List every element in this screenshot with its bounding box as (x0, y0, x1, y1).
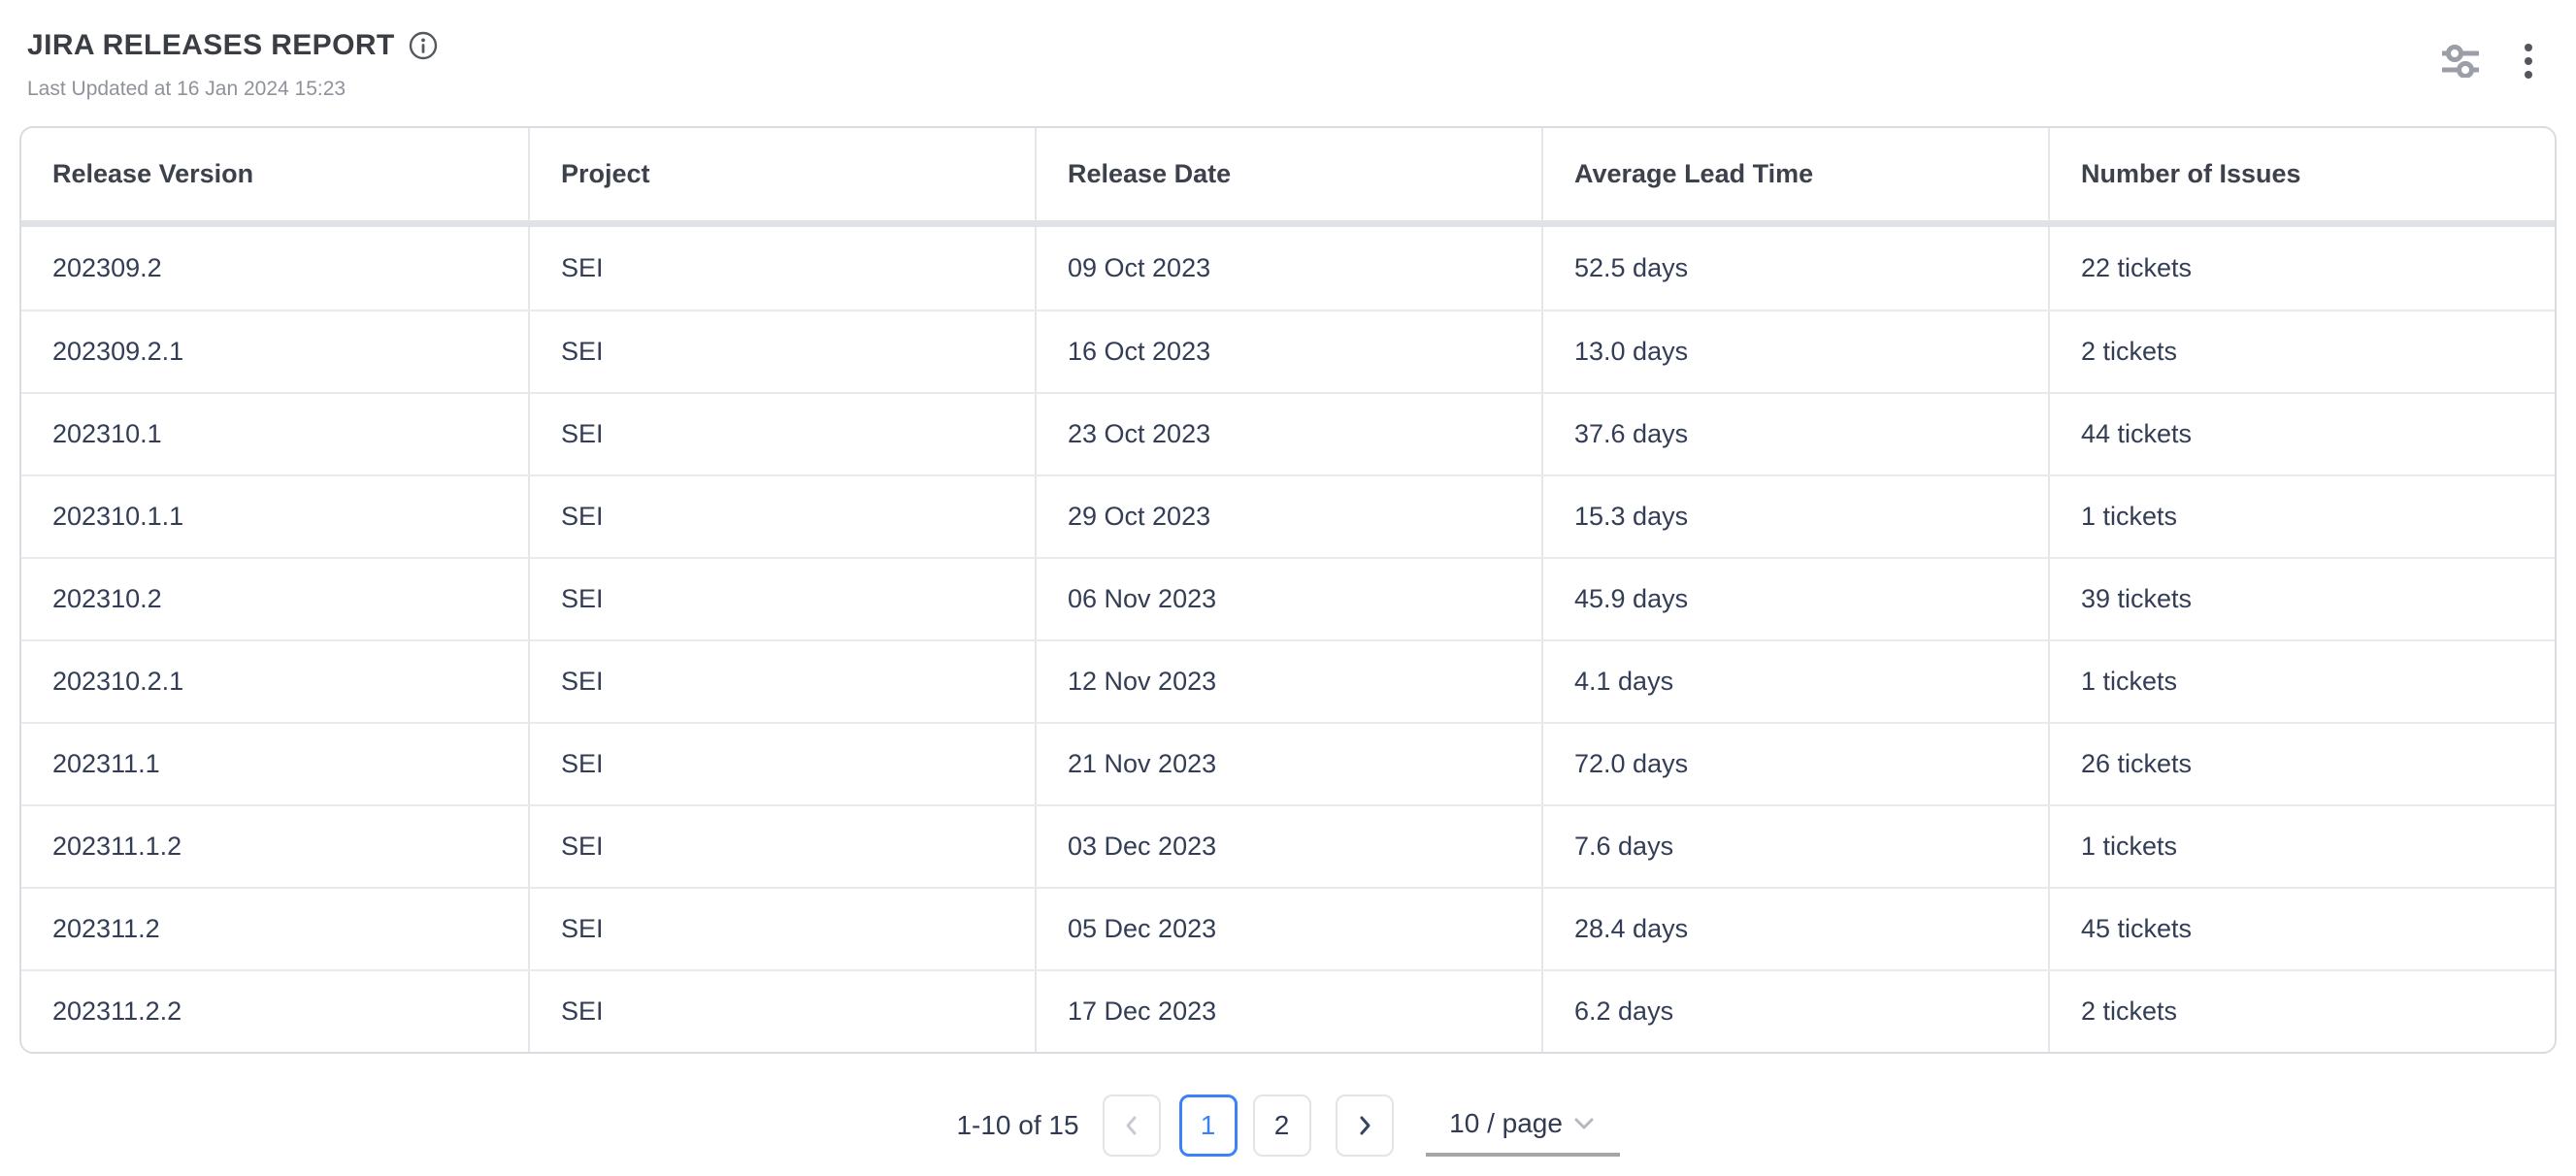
cell-release-version: 202310.2.1 (21, 641, 528, 722)
widget-header: JIRA RELEASES REPORT Last Updated at 16 … (0, 0, 2576, 101)
cell-release-version: 202310.1.1 (21, 476, 528, 557)
cell-release-date: 29 Oct 2023 (1035, 476, 1541, 557)
prev-page-button[interactable] (1103, 1094, 1161, 1157)
chevron-down-icon (1572, 1116, 1596, 1131)
page-title: JIRA RELEASES REPORT (27, 29, 395, 62)
cell-number-of-issues: 1 tickets (2048, 476, 2555, 557)
info-icon[interactable] (409, 31, 438, 60)
chevron-left-icon (1122, 1115, 1141, 1136)
cell-number-of-issues: 2 tickets (2048, 971, 2555, 1052)
cell-release-date: 06 Nov 2023 (1035, 559, 1541, 639)
page-size-select[interactable]: 10 / page (1426, 1094, 1620, 1157)
table-row: 202310.2.1 SEI 12 Nov 2023 4.1 days 1 ti… (21, 639, 2555, 722)
column-header-project: Project (528, 128, 1035, 220)
title-block: JIRA RELEASES REPORT Last Updated at 16 … (27, 29, 438, 101)
cell-release-version: 202311.2 (21, 889, 528, 969)
cell-average-lead-time: 72.0 days (1541, 724, 2048, 804)
cell-release-version: 202309.2.1 (21, 311, 528, 392)
cell-average-lead-time: 4.1 days (1541, 641, 2048, 722)
table-row: 202311.2.2 SEI 17 Dec 2023 6.2 days 2 ti… (21, 969, 2555, 1052)
table-row: 202311.2 SEI 05 Dec 2023 28.4 days 45 ti… (21, 887, 2555, 969)
table-row: 202310.1 SEI 23 Oct 2023 37.6 days 44 ti… (21, 392, 2555, 474)
table-row: 202311.1 SEI 21 Nov 2023 72.0 days 26 ti… (21, 722, 2555, 804)
cell-number-of-issues: 45 tickets (2048, 889, 2555, 969)
table-row: 202310.2 SEI 06 Nov 2023 45.9 days 39 ti… (21, 557, 2555, 639)
cell-release-date: 21 Nov 2023 (1035, 724, 1541, 804)
cell-project: SEI (528, 476, 1035, 557)
filter-settings-icon[interactable] (2442, 45, 2479, 78)
table-body: 202309.2 SEI 09 Oct 2023 52.5 days 22 ti… (21, 227, 2555, 1052)
cell-project: SEI (528, 724, 1035, 804)
column-header-release-version: Release Version (21, 128, 528, 220)
column-header-number-of-issues: Number of Issues (2048, 128, 2555, 220)
table-header-row: Release Version Project Release Date Ave… (21, 128, 2555, 220)
cell-number-of-issues: 1 tickets (2048, 806, 2555, 887)
pagination-summary: 1-10 of 15 (956, 1110, 1078, 1141)
cell-release-date: 23 Oct 2023 (1035, 394, 1541, 474)
cell-average-lead-time: 45.9 days (1541, 559, 2048, 639)
table-row: 202311.1.2 SEI 03 Dec 2023 7.6 days 1 ti… (21, 804, 2555, 887)
cell-number-of-issues: 44 tickets (2048, 394, 2555, 474)
column-header-average-lead-time: Average Lead Time (1541, 128, 2048, 220)
cell-release-date: 12 Nov 2023 (1035, 641, 1541, 722)
header-separator-band (21, 220, 2555, 227)
cell-release-version: 202311.2.2 (21, 971, 528, 1052)
kebab-menu-icon[interactable] (2524, 43, 2533, 80)
cell-release-version: 202309.2 (21, 227, 528, 310)
cell-release-version: 202310.2 (21, 559, 528, 639)
next-page-button[interactable] (1336, 1094, 1394, 1157)
header-actions (2442, 43, 2533, 80)
cell-average-lead-time: 13.0 days (1541, 311, 2048, 392)
releases-table: Release Version Project Release Date Ave… (19, 126, 2557, 1054)
cell-project: SEI (528, 559, 1035, 639)
cell-release-date: 17 Dec 2023 (1035, 971, 1541, 1052)
cell-release-version: 202310.1 (21, 394, 528, 474)
cell-release-version: 202311.1 (21, 724, 528, 804)
table-row: 202310.1.1 SEI 29 Oct 2023 15.3 days 1 t… (21, 474, 2555, 557)
chevron-right-icon (1355, 1115, 1374, 1136)
page-button-2[interactable]: 2 (1253, 1094, 1311, 1157)
page-button-1[interactable]: 1 (1179, 1094, 1238, 1157)
cell-release-date: 16 Oct 2023 (1035, 311, 1541, 392)
cell-project: SEI (528, 806, 1035, 887)
cell-number-of-issues: 1 tickets (2048, 641, 2555, 722)
cell-average-lead-time: 28.4 days (1541, 889, 2048, 969)
cell-average-lead-time: 15.3 days (1541, 476, 2048, 557)
cell-average-lead-time: 7.6 days (1541, 806, 2048, 887)
cell-release-date: 05 Dec 2023 (1035, 889, 1541, 969)
last-updated-text: Last Updated at 16 Jan 2024 15:23 (27, 78, 438, 101)
cell-release-date: 09 Oct 2023 (1035, 227, 1541, 310)
page-size-label: 10 / page (1449, 1108, 1563, 1139)
cell-number-of-issues: 2 tickets (2048, 311, 2555, 392)
cell-average-lead-time: 52.5 days (1541, 227, 2048, 310)
table-row: 202309.2 SEI 09 Oct 2023 52.5 days 22 ti… (21, 227, 2555, 310)
column-header-release-date: Release Date (1035, 128, 1541, 220)
cell-project: SEI (528, 889, 1035, 969)
cell-project: SEI (528, 641, 1035, 722)
cell-average-lead-time: 37.6 days (1541, 394, 2048, 474)
cell-average-lead-time: 6.2 days (1541, 971, 2048, 1052)
cell-release-date: 03 Dec 2023 (1035, 806, 1541, 887)
cell-release-version: 202311.1.2 (21, 806, 528, 887)
cell-number-of-issues: 39 tickets (2048, 559, 2555, 639)
cell-project: SEI (528, 394, 1035, 474)
table-row: 202309.2.1 SEI 16 Oct 2023 13.0 days 2 t… (21, 310, 2555, 392)
pagination: 1-10 of 15 1 2 10 / page (0, 1094, 2576, 1157)
cell-number-of-issues: 22 tickets (2048, 227, 2555, 310)
cell-project: SEI (528, 227, 1035, 310)
cell-project: SEI (528, 311, 1035, 392)
cell-number-of-issues: 26 tickets (2048, 724, 2555, 804)
cell-project: SEI (528, 971, 1035, 1052)
